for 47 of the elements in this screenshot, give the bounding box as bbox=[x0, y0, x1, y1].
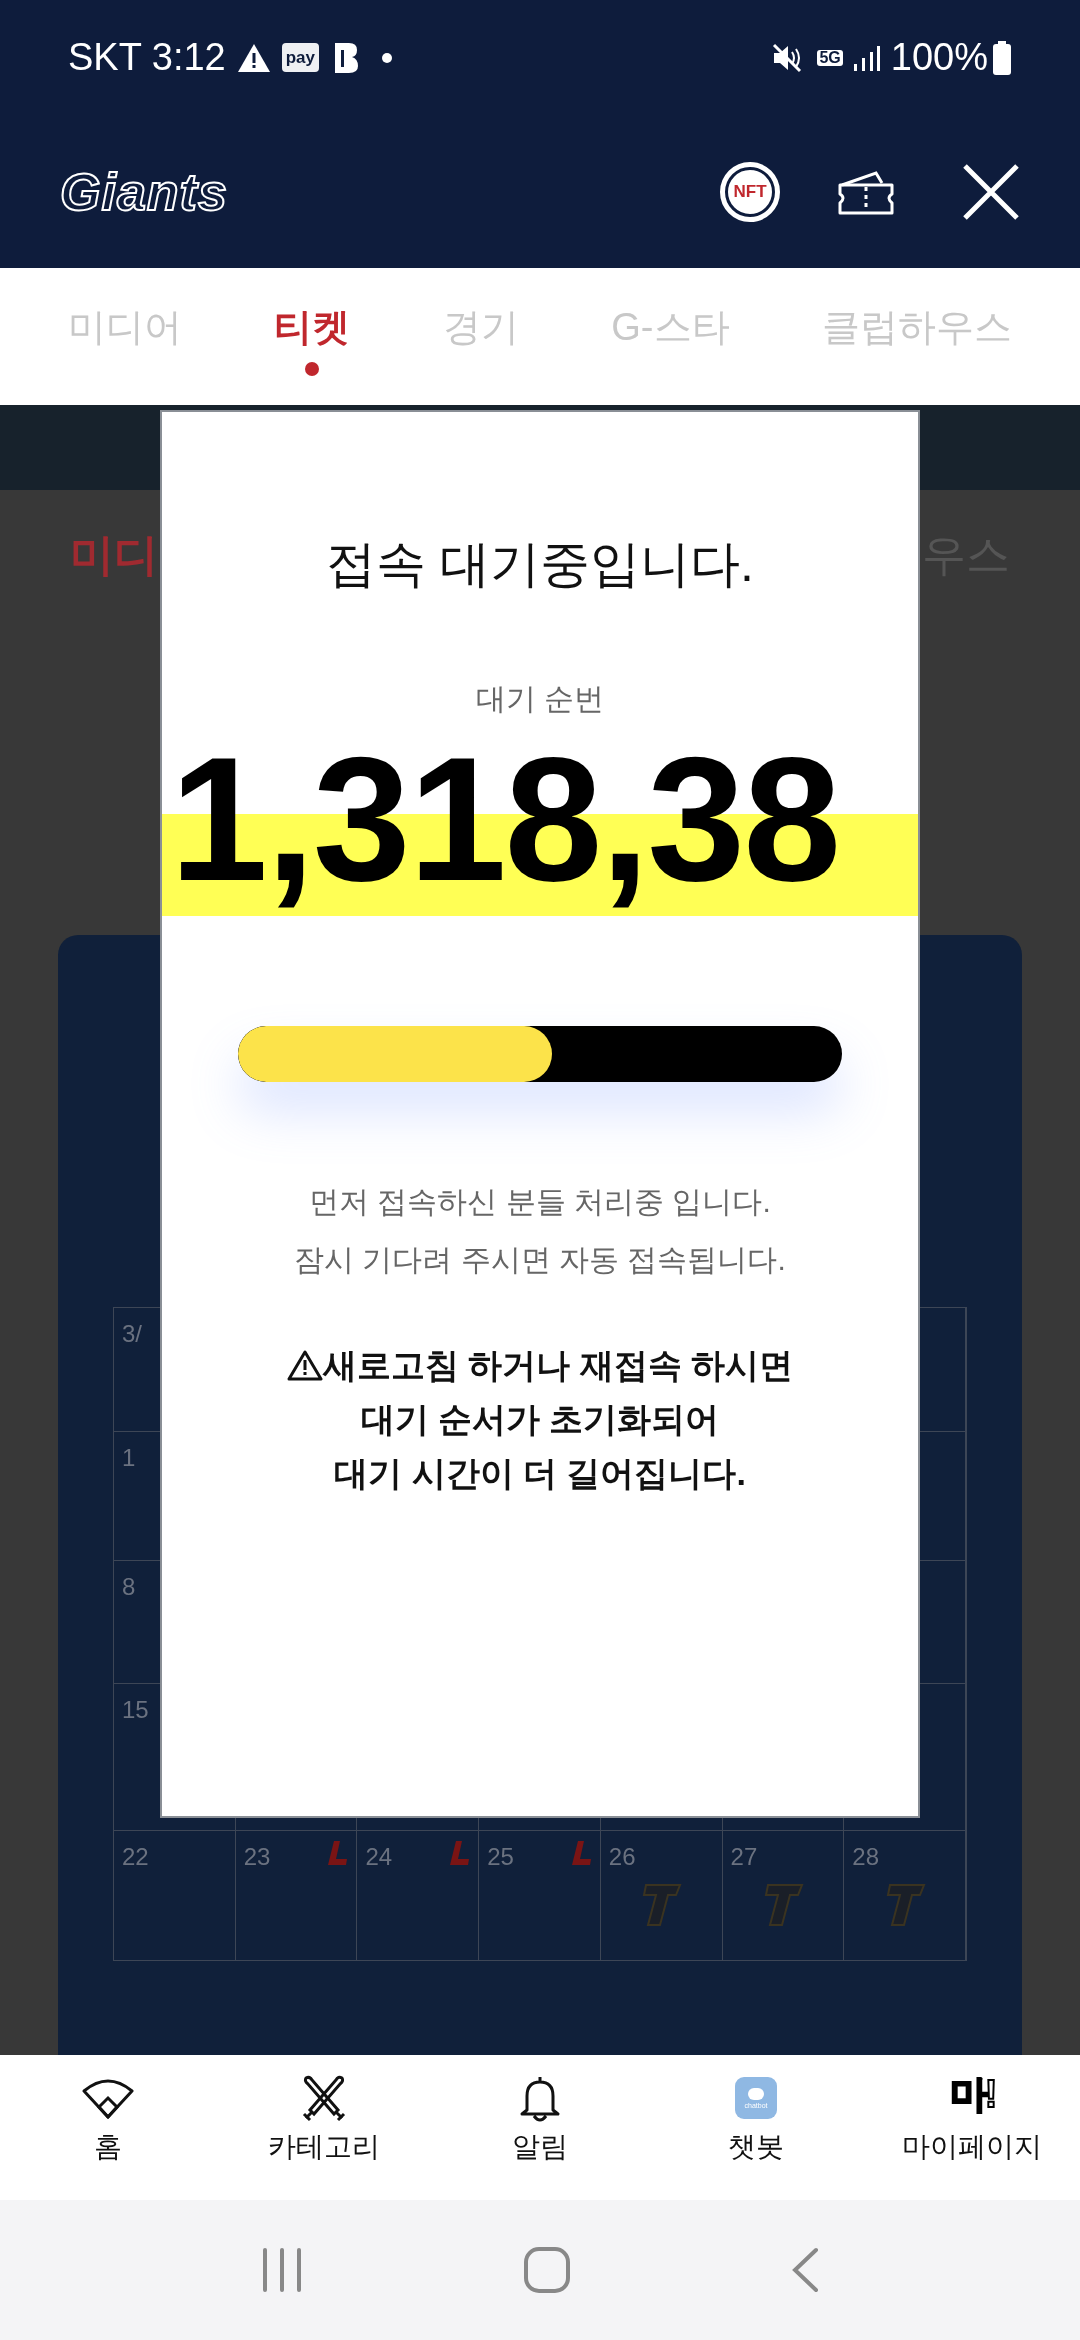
calendar-day: 28 bbox=[852, 1839, 879, 1875]
home-plate-icon bbox=[82, 2077, 134, 2119]
network-icon: 5G bbox=[817, 49, 843, 66]
team-logo-icon bbox=[569, 1839, 592, 1867]
carrier-time: SKT 3:12 bbox=[68, 35, 226, 80]
recent-apps-icon[interactable] bbox=[260, 2248, 303, 2292]
calendar-day: 27 bbox=[730, 1839, 758, 1875]
giants-logo[interactable]: Giants bbox=[60, 152, 228, 231]
warning-text: 새로고침 하거나 재접속 하시면 bbox=[322, 1345, 794, 1386]
dot-icon bbox=[381, 51, 394, 64]
battery-icon bbox=[992, 40, 1012, 75]
pay-badge: pay bbox=[281, 43, 320, 72]
calendar-day: 25 bbox=[487, 1839, 514, 1875]
crossed-bats-icon bbox=[300, 2074, 348, 2122]
nav-tab[interactable]: 알림 bbox=[432, 2055, 648, 2200]
b-app-icon bbox=[333, 40, 360, 75]
warning-text: 대기 시간이 더 길어집니다. bbox=[334, 1453, 746, 1494]
calendar-day: 24 bbox=[365, 1839, 393, 1875]
calendar-day: 3/ bbox=[122, 1320, 142, 1347]
home-icon[interactable] bbox=[524, 2247, 570, 2293]
team-logo-icon bbox=[326, 1839, 349, 1867]
calendar-day: 22 bbox=[122, 1839, 149, 1875]
back-icon[interactable] bbox=[791, 2247, 820, 2293]
calendar-day: 8 bbox=[122, 1573, 136, 1600]
bell-icon bbox=[519, 2074, 561, 2122]
dimmed-tab-label: 미디 bbox=[70, 529, 158, 581]
calendar-day: 15 bbox=[122, 1696, 149, 1723]
queue-label: 대기 순번 bbox=[475, 681, 605, 717]
calendar-day: 26 bbox=[608, 1839, 636, 1875]
nav-tab[interactable]: 카테고리 bbox=[216, 2055, 432, 2200]
warning-text: 대기 순서가 초기화되어 bbox=[360, 1399, 720, 1440]
battery-percent: 100% bbox=[890, 35, 988, 80]
nft-button[interactable]: NFT bbox=[720, 161, 780, 222]
info-text: 먼저 접속하신 분들 처리중 입니다. bbox=[309, 1184, 771, 1220]
warning-icon bbox=[286, 1349, 323, 1381]
calendar-day: 23 bbox=[243, 1839, 271, 1875]
close-icon[interactable] bbox=[962, 162, 1020, 221]
nav-tab[interactable]: 마! 마이페이지 bbox=[864, 2055, 1080, 2200]
category-tab[interactable]: 티켓 bbox=[274, 308, 351, 376]
team-logo-icon bbox=[448, 1839, 471, 1867]
info-text: 잠시 기다려 주시면 자동 접속됩니다. bbox=[294, 1242, 786, 1278]
nav-tab[interactable]: 홈 bbox=[0, 2055, 216, 2200]
mypage-icon: 마! bbox=[949, 2075, 995, 2121]
calendar-day: 1 bbox=[122, 1444, 136, 1471]
mute-icon bbox=[771, 41, 804, 74]
dialog-title: 접속 대기중입니다. bbox=[326, 535, 754, 594]
signal-icon bbox=[852, 43, 881, 72]
